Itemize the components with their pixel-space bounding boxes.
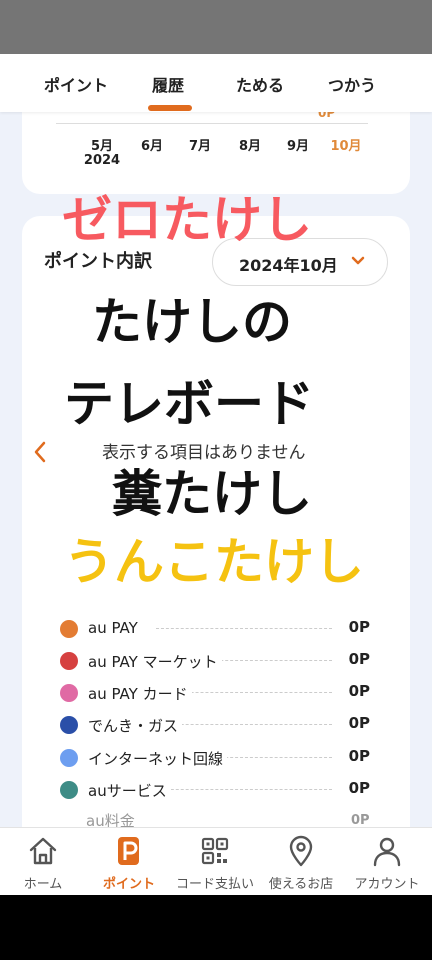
color-dot (60, 684, 78, 702)
nav-label: ホーム (23, 877, 63, 892)
color-dot (60, 781, 78, 799)
app-screen: ポイント 履歴 ためる つかう 0P 5月 2024 6月 7月 8月 9月 1… (0, 54, 432, 895)
bottom-nav: ホーム ポイント コード支払い 使えるお店 アカウント (0, 827, 432, 895)
map-pin-icon (289, 835, 313, 867)
dashed-leader (156, 724, 332, 725)
year-label: 2024 (83, 153, 121, 168)
overlay-text: うんこたけし (64, 533, 364, 591)
status-bar (0, 0, 432, 54)
breakdown-row[interactable]: au PAY 0P (60, 617, 380, 641)
month-label[interactable]: 9月 (278, 135, 318, 154)
month-label[interactable]: 8月 (230, 135, 270, 154)
overlay-text: テレボード (64, 375, 314, 433)
month-label[interactable]: 5月 (82, 135, 122, 154)
chart-axis (56, 123, 368, 124)
breakdown-row[interactable]: auサービス 0P (60, 778, 380, 802)
nav-home[interactable]: ホーム (0, 834, 86, 892)
row-label: auサービス (88, 780, 171, 801)
row-label: au PAY (88, 619, 142, 637)
breakdown-row[interactable]: でんき・ガス 0P (60, 713, 380, 737)
nav-label: ポイント (102, 877, 155, 892)
row-value: 0P (348, 779, 370, 797)
active-tab-indicator (148, 105, 192, 111)
overlay-text: たけしの (92, 293, 292, 351)
tab-history[interactable]: 履歴 (152, 72, 184, 96)
row-label: au PAY カード (88, 683, 192, 704)
month-label[interactable]: 7月 (180, 135, 220, 154)
points-p-icon (118, 837, 139, 865)
row-value: 0P (348, 650, 370, 668)
qr-code-icon (201, 837, 229, 865)
row-value-faded: 0P (351, 813, 370, 828)
nav-stores[interactable]: 使えるお店 (258, 834, 344, 892)
breakdown-row[interactable]: au PAY マーケット 0P (60, 649, 380, 673)
system-nav-area (0, 895, 432, 960)
account-icon (373, 837, 401, 867)
color-dot (60, 652, 78, 670)
row-label: インターネット回線 (88, 748, 228, 769)
nav-code-payment[interactable]: コード支払い (172, 834, 258, 892)
nav-label: コード支払い (175, 877, 254, 892)
dashed-leader (156, 789, 332, 790)
home-icon (29, 837, 57, 865)
month-selector-label: 2024年10月 (239, 256, 338, 275)
color-dot (60, 716, 78, 734)
breakdown-row[interactable]: au PAY カード 0P (60, 681, 380, 705)
nav-label: 使えるお店 (268, 877, 334, 892)
tab-points[interactable]: ポイント (44, 72, 108, 96)
nav-label: アカウント (354, 877, 420, 892)
color-dot (60, 749, 78, 767)
tab-save[interactable]: ためる (236, 72, 284, 96)
month-label-selected[interactable]: 10月 (324, 135, 368, 154)
row-value: 0P (348, 714, 370, 732)
color-dot (60, 620, 78, 638)
tab-use[interactable]: つかう (328, 72, 376, 96)
nav-points[interactable]: ポイント (86, 834, 172, 892)
breakdown-row[interactable]: インターネット回線 0P (60, 746, 380, 770)
nav-account[interactable]: アカウント (344, 834, 430, 892)
chevron-down-icon (351, 256, 365, 265)
top-tabs: ポイント 履歴 ためる つかう (0, 54, 432, 112)
row-label: でんき・ガス (88, 715, 183, 736)
row-value: 0P (348, 682, 370, 700)
row-value: 0P (348, 618, 370, 636)
overlay-text: ゼロたけし (62, 191, 312, 249)
chevron-left-icon[interactable] (32, 440, 48, 464)
row-value: 0P (348, 747, 370, 765)
month-label[interactable]: 6月 (132, 135, 172, 154)
overlay-text: 糞たけし (112, 465, 312, 523)
dashed-leader (156, 628, 332, 629)
row-label: au PAY マーケット (88, 651, 222, 672)
